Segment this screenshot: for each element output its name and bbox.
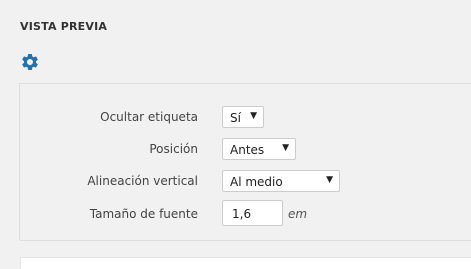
chevron-down-icon: ▼	[326, 175, 333, 185]
vertical-align-label: Alineación vertical	[87, 174, 198, 188]
preview-content-area	[20, 257, 471, 269]
font-size-input[interactable]: 1,6	[222, 200, 283, 226]
chevron-down-icon: ▼	[250, 111, 257, 121]
vertical-align-select[interactable]: Al medio ▼	[222, 170, 340, 192]
position-select[interactable]: Antes ▼	[222, 138, 296, 160]
panel-title: VISTA PREVIA	[20, 20, 108, 33]
hide-label-value: Sí	[230, 111, 241, 125]
divider	[20, 240, 471, 241]
position-label: Posición	[149, 142, 198, 156]
gear-icon[interactable]	[20, 52, 40, 72]
font-size-value: 1,6	[232, 207, 252, 221]
hide-label-row: Ocultar etiqueta Sí ▼	[0, 106, 471, 130]
chevron-down-icon: ▼	[282, 143, 289, 153]
divider	[20, 83, 471, 84]
vertical-align-value: Al medio	[230, 175, 283, 189]
hide-label-label: Ocultar etiqueta	[100, 110, 198, 124]
position-row: Posición Antes ▼	[0, 138, 471, 162]
vertical-align-row: Alineación vertical Al medio ▼	[0, 170, 471, 194]
font-size-label: Tamaño de fuente	[89, 207, 198, 221]
font-size-row: Tamaño de fuente 1,6 em	[0, 200, 471, 228]
hide-label-select[interactable]: Sí ▼	[222, 106, 264, 128]
position-value: Antes	[230, 143, 265, 157]
font-size-unit: em	[288, 207, 308, 221]
preview-panel: VISTA PREVIA Ocultar etiqueta Sí ▼ Posic…	[0, 0, 471, 269]
